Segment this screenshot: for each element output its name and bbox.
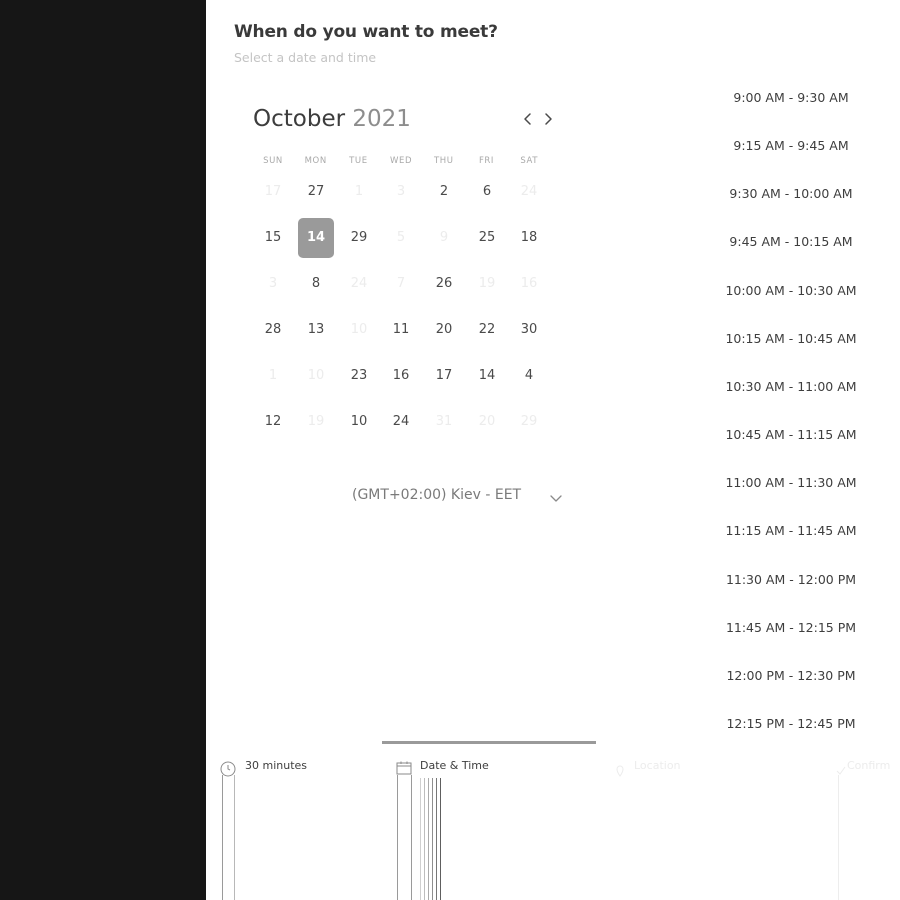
time-slot[interactable]: 11:30 AM - 12:00 PM [715,566,867,594]
calendar-day: 3 [268,276,278,291]
time-slot[interactable]: 11:15 AM - 11:45 AM [715,517,867,545]
calendar-day[interactable]: 13 [298,310,334,350]
weekday-label: FRI [478,156,495,166]
time-slot[interactable]: 9:45 AM - 10:15 AM [715,228,867,256]
time-slot[interactable]: 10:45 AM - 11:15 AM [715,421,867,449]
time-slot[interactable]: 10:00 AM - 10:30 AM [715,277,867,305]
calendar-day: 19 [478,276,496,291]
calendar-day[interactable]: 28 [255,310,291,350]
time-slot[interactable]: 12:15 PM - 12:45 PM [715,710,867,738]
step-confirm[interactable]: Confirm [847,759,890,772]
calendar-day: 10 [307,368,325,383]
calendar-day: 10 [350,322,368,337]
chevron-left-icon [524,113,531,125]
calendar-day[interactable]: 2 [426,172,462,212]
weekday-label: TUE [349,156,368,166]
step-progress-bar [382,741,596,744]
calendar-month-label: October 2021 [253,106,411,132]
calendar-day: 3 [396,184,406,199]
calendar-day[interactable]: 27 [298,172,334,212]
calendar-day[interactable]: 30 [511,310,547,350]
time-slot[interactable]: 9:30 AM - 10:00 AM [715,180,867,208]
calendar-day[interactable]: 18 [511,218,547,258]
calendar-day: 24 [350,276,368,291]
page-title: When do you want to meet? [234,22,498,42]
calendar-day[interactable]: 8 [298,264,334,304]
timezone-select[interactable]: (GMT+02:00) Kiev - EET [352,487,521,503]
calendar-day[interactable]: 10 [341,402,377,442]
weekday-label: SAT [520,156,539,166]
main-panel: When do you want to meet? Select a date … [206,0,900,900]
chevron-right-icon [545,113,552,125]
calendar-day: 31 [435,414,453,429]
calendar-day: 9 [439,230,449,245]
calendar-day[interactable]: 23 [341,356,377,396]
calendar-day[interactable]: 22 [469,310,505,350]
time-slot[interactable]: 9:00 AM - 9:30 AM [715,84,867,112]
time-slot[interactable]: 11:00 AM - 11:30 AM [715,469,867,497]
time-slot[interactable]: 10:15 AM - 10:45 AM [715,325,867,353]
step-duration[interactable]: 30 minutes [245,759,307,772]
calendar-day: 5 [396,230,406,245]
calendar-day: 1 [268,368,278,383]
time-slot[interactable]: 12:00 PM - 12:30 PM [715,662,867,690]
calendar-day: 20 [478,414,496,429]
time-slot[interactable]: 9:15 AM - 9:45 AM [715,132,867,160]
calendar-day[interactable]: 12 [255,402,291,442]
calendar-day: 16 [520,276,538,291]
step-location[interactable]: Location [634,759,681,772]
calendar-day: 7 [396,276,406,291]
chevron-down-icon [550,495,562,502]
calendar-day: 17 [264,184,282,199]
location-icon [616,762,624,781]
weekday-label: SUN [263,156,283,166]
calendar-day-selected[interactable]: 14 [298,218,334,258]
time-slot[interactable]: 10:30 AM - 11:00 AM [715,373,867,401]
calendar-day[interactable]: 6 [469,172,505,212]
calendar-day[interactable]: 14 [469,356,505,396]
calendar-day[interactable]: 17 [426,356,462,396]
weekday-label: WED [390,156,413,166]
prev-month-button[interactable] [520,109,536,129]
calendar-day: 19 [307,414,325,429]
month-name: October [253,106,346,132]
calendar-day[interactable]: 24 [383,402,419,442]
calendar-icon [396,760,412,779]
calendar-day[interactable]: 11 [383,310,419,350]
sidebar [0,0,206,900]
calendar-day[interactable]: 20 [426,310,462,350]
next-month-button[interactable] [540,109,556,129]
timezone-dropdown-button[interactable] [549,490,563,502]
calendar-day[interactable]: 15 [255,218,291,258]
step-date-time[interactable]: Date & Time [420,759,489,772]
calendar-day: 29 [520,414,538,429]
calendar-day[interactable]: 25 [469,218,505,258]
calendar-day[interactable]: 29 [341,218,377,258]
weekday-label: THU [433,156,454,166]
calendar-day[interactable]: 4 [511,356,547,396]
year-label: 2021 [352,106,411,132]
calendar-day: 24 [520,184,538,199]
calendar-day[interactable]: 26 [426,264,462,304]
calendar-day: 1 [354,184,364,199]
time-slot[interactable]: 11:45 AM - 12:15 PM [715,614,867,642]
weekday-header: SUN MON TUE WED THU FRI SAT [252,156,550,168]
calendar-day[interactable]: 16 [383,356,419,396]
weekday-label: MON [304,156,327,166]
page-subtitle: Select a date and time [234,50,377,65]
